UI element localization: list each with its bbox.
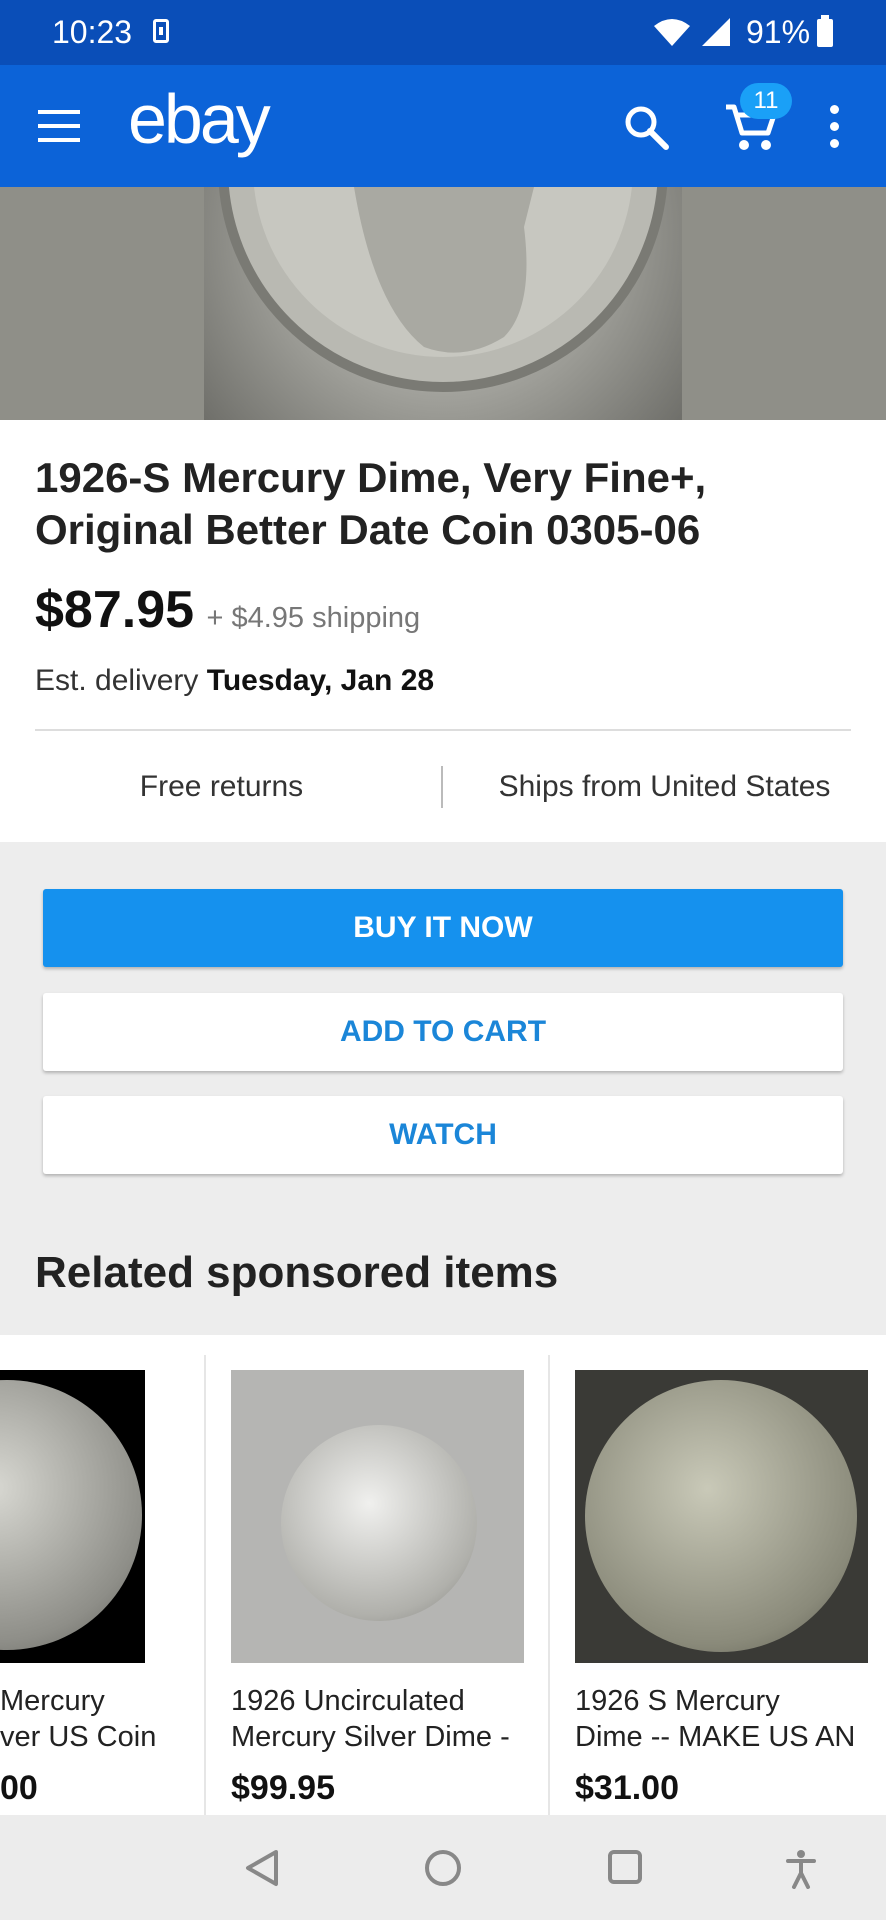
related-item-card[interactable]: 1926 Uncirculated Mercury Silver Dime - … — [231, 1335, 561, 1815]
related-item-title[interactable]: 1926 S Mercury Dime -- MAKE US AN — [575, 1683, 886, 1755]
related-item-card[interactable]: Mercury ver US Coin 00 — [0, 1335, 182, 1815]
product-info-section: 1926-S Mercury Dime, Very Fine+, Origina… — [0, 420, 886, 842]
related-item-title[interactable]: 1926 Uncirculated Mercury Silver Dime - — [231, 1683, 561, 1755]
ebay-logo[interactable]: ebay — [128, 79, 271, 159]
battery-percentage: 91% — [746, 14, 811, 50]
status-bar: 10:23 91% — [0, 0, 886, 65]
menu-icon[interactable] — [38, 110, 80, 142]
download-notification-icon — [153, 19, 169, 43]
recents-nav-icon[interactable] — [607, 1849, 643, 1885]
related-item-image[interactable] — [575, 1370, 868, 1663]
signal-icon — [702, 18, 730, 46]
related-item-image[interactable] — [231, 1370, 524, 1663]
product-price: $87.95 — [35, 581, 195, 639]
overflow-menu-icon[interactable] — [830, 105, 840, 149]
accessibility-icon[interactable] — [786, 1849, 816, 1889]
card-divider — [204, 1355, 206, 1815]
cart-count-badge[interactable]: 11 — [740, 83, 792, 119]
add-to-cart-button[interactable]: ADD TO CART — [43, 993, 843, 1071]
status-time: 10:23 — [52, 14, 133, 50]
estimated-delivery: Est. delivery Tuesday, Jan 28 — [35, 664, 434, 698]
delivery-date: Tuesday, Jan 28 — [206, 664, 435, 697]
divider — [35, 729, 851, 731]
related-item-price: $99.95 — [231, 1769, 335, 1807]
back-nav-icon[interactable] — [244, 1849, 280, 1887]
buy-it-now-button[interactable]: BUY IT NOW — [43, 889, 843, 967]
watch-button[interactable]: WATCH — [43, 1096, 843, 1174]
product-image[interactable] — [204, 187, 682, 420]
card-divider — [548, 1355, 550, 1815]
coin-photo — [218, 187, 668, 392]
related-items-carousel[interactable]: Mercury ver US Coin 00 1926 Uncirculated… — [0, 1335, 886, 1815]
related-item-price: $31.00 — [575, 1769, 679, 1807]
free-returns: Free returns — [139, 770, 304, 803]
product-title: 1926-S Mercury Dime, Very Fine+, Origina… — [35, 454, 707, 553]
system-navigation-bar — [0, 1815, 886, 1920]
related-items-heading: Related sponsored items — [35, 1248, 559, 1297]
home-nav-icon[interactable] — [424, 1849, 462, 1887]
related-item-card[interactable]: 1926 S Mercury Dime -- MAKE US AN $31.00 — [575, 1335, 886, 1815]
related-item-price: 00 — [0, 1769, 38, 1807]
battery-icon — [817, 15, 833, 47]
price-row: $87.95 + $4.95 shipping — [35, 580, 420, 640]
app-bar: ebay 11 — [0, 65, 886, 187]
search-icon[interactable] — [622, 103, 670, 151]
delivery-label: Est. delivery — [35, 664, 199, 697]
ships-from: Ships from United States — [498, 770, 831, 803]
product-image-gallery[interactable] — [0, 187, 886, 420]
related-item-image[interactable] — [0, 1370, 145, 1663]
wifi-icon — [654, 19, 690, 46]
shipping-cost: + $4.95 shipping — [206, 602, 421, 634]
